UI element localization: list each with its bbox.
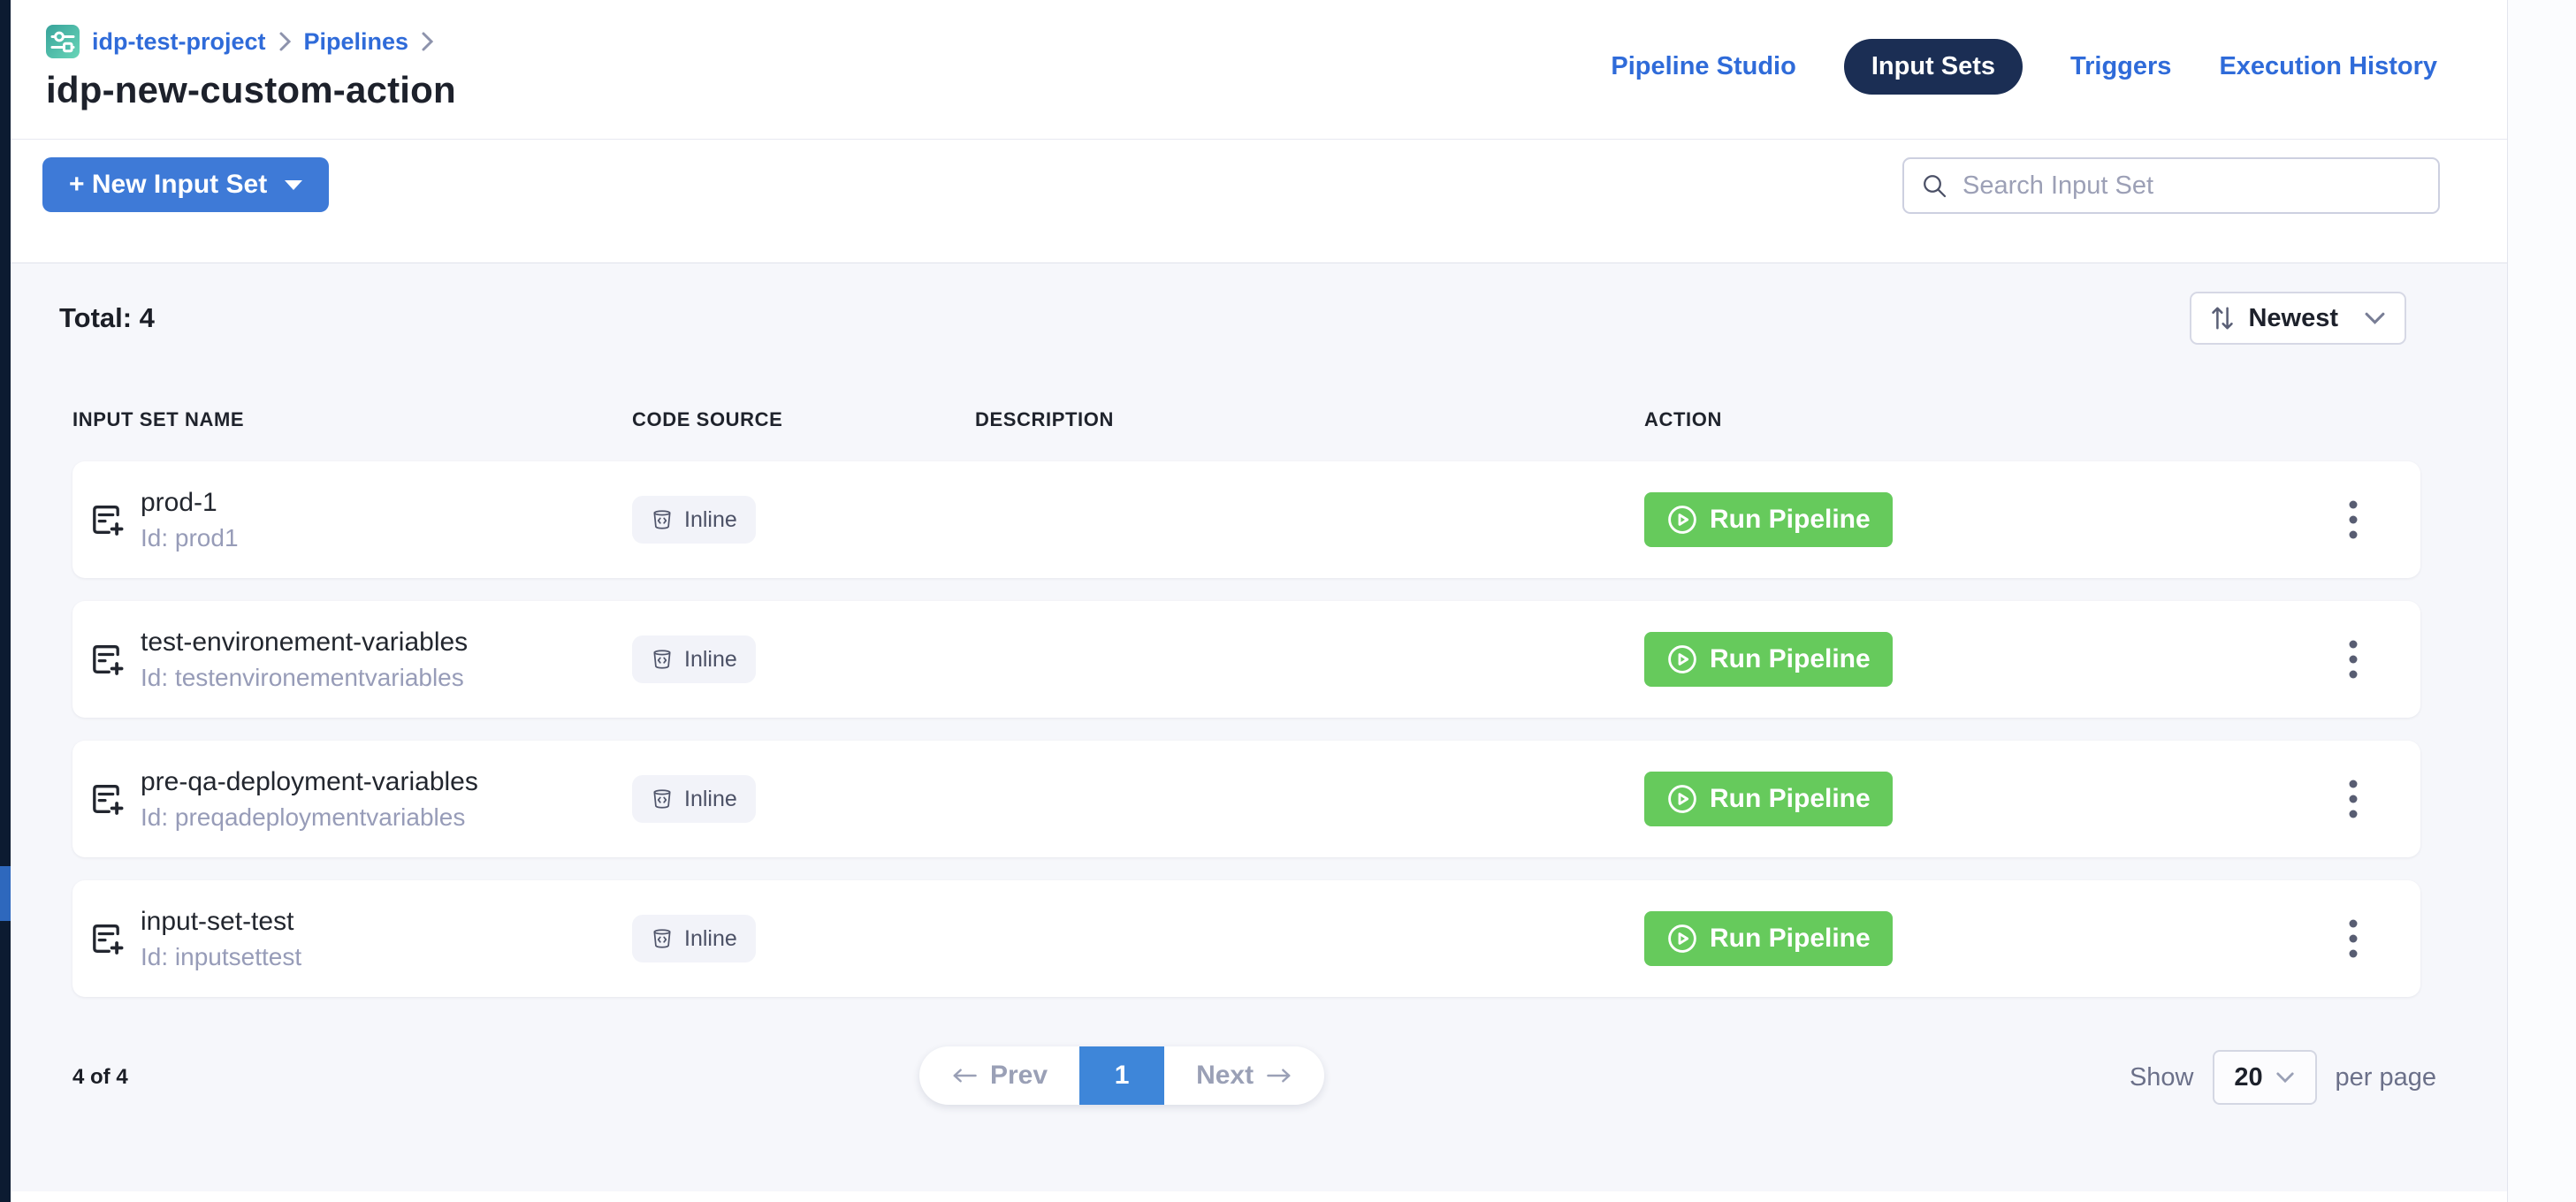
chevron-down-icon [285, 180, 302, 190]
input-set-name: input-set-test [141, 907, 301, 937]
page-size-select[interactable]: 20 [2213, 1050, 2317, 1105]
inline-store-icon [651, 787, 674, 810]
table-header: INPUT SET NAME CODE SOURCE DESCRIPTION A… [72, 408, 2507, 431]
pipeline-tabs: Pipeline Studio Input Sets Triggers Exec… [1611, 0, 2437, 92]
tab-triggers[interactable]: Triggers [2070, 52, 2171, 81]
run-pipeline-button[interactable]: Run Pipeline [1644, 492, 1893, 547]
run-pipeline-button[interactable]: Run Pipeline [1644, 772, 1893, 826]
run-pipeline-button[interactable]: Run Pipeline [1644, 911, 1893, 966]
list-footer: 4 of 4 Prev 1 Next Show [11, 1046, 2507, 1108]
play-circle-icon [1666, 923, 1698, 955]
run-pipeline-label: Run Pipeline [1710, 505, 1871, 535]
sort-arrows-icon [2210, 304, 2235, 332]
input-set-id: Id: testenvironementvariables [141, 664, 468, 692]
inline-store-icon [651, 927, 674, 950]
search-box [1902, 157, 2440, 214]
code-source-label: Inline [684, 507, 737, 533]
code-source-label: Inline [684, 787, 737, 812]
input-set-icon [87, 640, 126, 679]
code-source-badge: Inline [632, 496, 756, 544]
column-description: DESCRIPTION [975, 408, 1644, 431]
page-title: idp-new-custom-action [46, 69, 456, 111]
search-icon [1920, 171, 1948, 200]
run-pipeline-button[interactable]: Run Pipeline [1644, 632, 1893, 687]
run-pipeline-label: Run Pipeline [1710, 784, 1871, 814]
run-pipeline-label: Run Pipeline [1710, 644, 1871, 674]
input-set-icon [87, 919, 126, 958]
new-input-set-label: + New Input Set [69, 170, 267, 200]
total-count-label: Total: 4 [59, 302, 155, 334]
column-action: ACTION [1644, 408, 2507, 431]
chevron-down-icon [2275, 1071, 2295, 1084]
column-code-source: CODE SOURCE [632, 408, 975, 431]
code-source-badge: Inline [632, 915, 756, 962]
input-set-id: Id: prod1 [141, 524, 239, 552]
play-circle-icon [1666, 504, 1698, 536]
search-input[interactable] [1962, 171, 2422, 201]
input-set-icon [87, 780, 126, 818]
breadcrumb-pipelines-link[interactable]: Pipelines [304, 28, 409, 56]
inline-store-icon [651, 508, 674, 531]
table-row[interactable]: input-set-test Id: inputsettest [72, 880, 2420, 997]
harness-project-icon [46, 25, 80, 58]
left-nav-rail [0, 0, 11, 1202]
results-count: 4 of 4 [72, 1065, 128, 1090]
arrow-left-icon [951, 1068, 978, 1084]
breadcrumb: idp-test-project Pipelines [46, 25, 456, 58]
input-set-name: prod-1 [141, 488, 239, 518]
input-sets-list: Total: 4 Newest INPUT SET NAME CODE SOUR… [11, 263, 2507, 1191]
column-input-set-name: INPUT SET NAME [72, 408, 632, 431]
page-1-button[interactable]: 1 [1079, 1046, 1164, 1105]
page-header: idp-test-project Pipelines idp-new-custo… [11, 0, 2507, 140]
table-row[interactable]: test-environement-variables Id: testenvi… [72, 601, 2420, 718]
scrollbar-gutter [2507, 0, 2576, 1202]
input-set-name: test-environement-variables [141, 628, 468, 658]
input-set-id: Id: preqadeploymentvariables [141, 803, 478, 832]
arrow-right-icon [1266, 1068, 1292, 1084]
main-content: idp-test-project Pipelines idp-new-custo… [11, 0, 2507, 1202]
page-size-control: Show 20 per page [2130, 1050, 2436, 1105]
input-set-icon [87, 500, 126, 539]
tab-input-sets[interactable]: Input Sets [1844, 39, 2023, 95]
toolbar: + New Input Set [11, 140, 2507, 263]
prev-page-button[interactable]: Prev [919, 1046, 1079, 1105]
code-source-badge: Inline [632, 775, 756, 823]
code-source-label: Inline [684, 926, 737, 952]
table-row[interactable]: prod-1 Id: prod1 Inline [72, 461, 2420, 578]
row-menu-kebab-icon[interactable] [2341, 772, 2366, 826]
run-pipeline-label: Run Pipeline [1710, 924, 1871, 954]
nav-scroll-thumb[interactable] [0, 866, 11, 921]
code-source-badge: Inline [632, 635, 756, 683]
tab-execution-history[interactable]: Execution History [2219, 52, 2437, 81]
breadcrumb-chevron-icon [278, 31, 292, 52]
pagination: Prev 1 Next [919, 1046, 1324, 1105]
play-circle-icon [1666, 643, 1698, 675]
code-source-label: Inline [684, 647, 737, 673]
inline-store-icon [651, 648, 674, 671]
page-size-value: 20 [2234, 1063, 2262, 1092]
row-menu-kebab-icon[interactable] [2341, 492, 2366, 547]
table-row[interactable]: pre-qa-deployment-variables Id: preqadep… [72, 741, 2420, 857]
sort-dropdown[interactable]: Newest [2190, 292, 2406, 345]
breadcrumb-project-link[interactable]: idp-test-project [92, 28, 266, 56]
new-input-set-button[interactable]: + New Input Set [42, 157, 329, 212]
prev-label: Prev [990, 1061, 1048, 1091]
next-page-button[interactable]: Next [1164, 1046, 1324, 1105]
row-menu-kebab-icon[interactable] [2341, 911, 2366, 966]
sort-value: Newest [2248, 304, 2338, 333]
input-set-name: pre-qa-deployment-variables [141, 767, 478, 797]
tab-pipeline-studio[interactable]: Pipeline Studio [1611, 52, 1795, 81]
row-menu-kebab-icon[interactable] [2341, 632, 2366, 687]
show-label: Show [2130, 1063, 2194, 1092]
input-set-id: Id: inputsettest [141, 943, 301, 971]
play-circle-icon [1666, 783, 1698, 815]
breadcrumb-chevron-icon [421, 31, 434, 52]
per-page-label: per page [2336, 1063, 2437, 1092]
chevron-down-icon [2364, 311, 2386, 325]
next-label: Next [1196, 1061, 1254, 1091]
